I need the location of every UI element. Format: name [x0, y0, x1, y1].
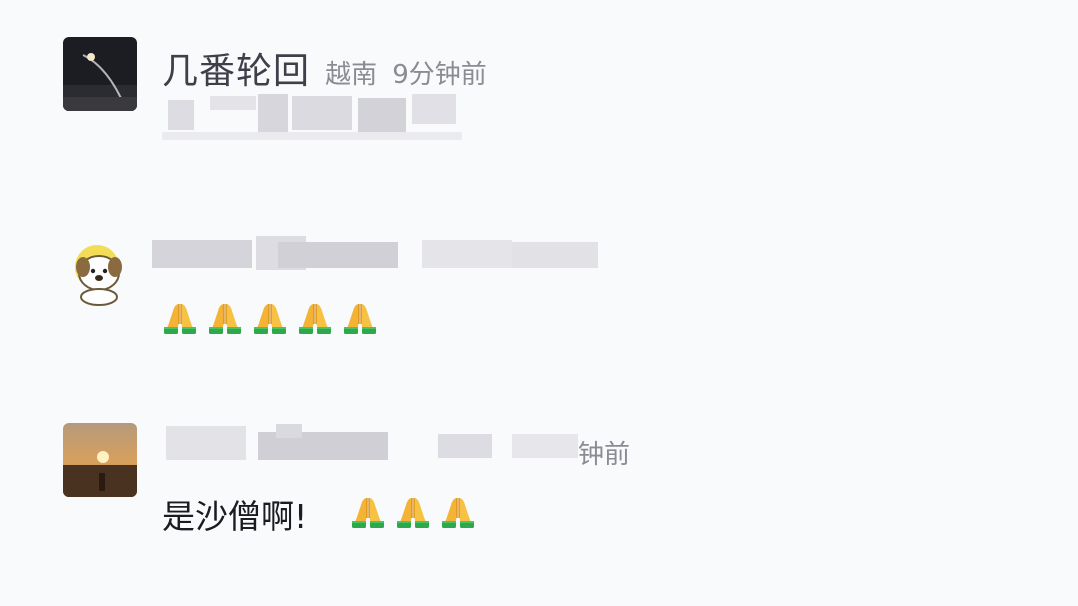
pixelated-username [152, 236, 602, 272]
folded-hands-emoji-icon [395, 494, 431, 530]
comment-text: 是沙僧啊! [162, 497, 308, 536]
folded-hands-emoji-icon [207, 300, 243, 336]
emoji-row [162, 300, 378, 336]
timestamp: 9分钟前 [392, 60, 487, 90]
folded-hands-emoji-icon [252, 300, 288, 336]
folded-hands-emoji-icon [350, 494, 386, 530]
avatar[interactable] [63, 237, 137, 311]
folded-hands-emoji-icon [342, 300, 378, 336]
comment-meta: 几番轮回 越南 9分钟前 [162, 42, 487, 94]
avatar[interactable] [63, 423, 137, 497]
folded-hands-emoji-icon [440, 494, 476, 530]
comment-section: { "comments": [ { "username": "几番轮回", "l… [0, 0, 1078, 606]
folded-hands-emoji-icon [297, 300, 333, 336]
comment-item [0, 200, 1078, 400]
pixelated-username [162, 422, 582, 466]
emoji-row [350, 494, 476, 530]
username[interactable]: 几番轮回 [162, 51, 310, 92]
avatar[interactable] [63, 37, 137, 111]
night-sky-avatar-image [63, 37, 137, 111]
folded-hands-emoji-icon [162, 300, 198, 336]
comment-item: 钟前 是沙僧啊! [0, 400, 1078, 606]
sunset-avatar-image [63, 423, 137, 497]
location-label: 越南 [325, 60, 378, 90]
comment-item: 几番轮回 越南 9分钟前 [0, 0, 1078, 200]
puppy-avatar-image [63, 237, 137, 311]
pixelated-comment-text [162, 92, 472, 142]
timestamp: 钟前 [578, 440, 631, 470]
